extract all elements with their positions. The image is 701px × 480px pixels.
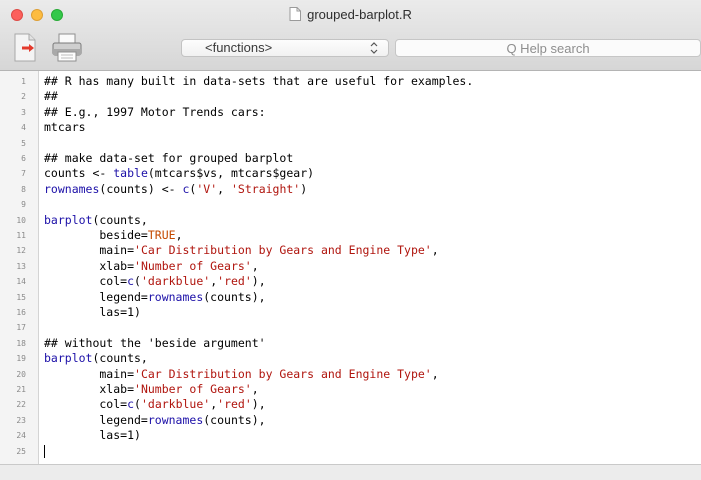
help-search-field[interactable]: Q Help search [395, 39, 701, 57]
line-number: 15 [16, 292, 26, 302]
line-number: 7 [21, 169, 26, 179]
line-number: 8 [21, 184, 26, 194]
code-line[interactable]: legend=rownames(counts), [44, 290, 265, 305]
window-title-bar: grouped-barplot.R [0, 3, 701, 25]
code-line[interactable]: ## make data-set for grouped barplot [44, 151, 293, 166]
line-number: 20 [16, 369, 26, 379]
functions-dropdown-label: <functions> [205, 40, 273, 55]
line-number: 2 [21, 92, 26, 102]
status-bar [0, 464, 701, 480]
window-title: grouped-barplot.R [307, 6, 412, 22]
code-line[interactable]: ## E.g., 1997 Motor Trends cars: [44, 105, 266, 120]
code-line[interactable]: ## without the 'beside argument' [44, 336, 266, 351]
line-number: 16 [16, 308, 26, 317]
line-number: 22 [16, 400, 26, 410]
editor-window: grouped-barplot.R <functions> Q Help sea… [0, 0, 701, 480]
line-number: 23 [16, 415, 26, 425]
document-icon [289, 7, 302, 21]
code-editor[interactable]: 1 2 3 4 5 6 7 8 9 10 11 12 13 14 15 16 17 18 19 20 21 22 23 24 2… [0, 71, 701, 464]
code-line[interactable]: barplot(counts, [44, 351, 148, 366]
code-line[interactable]: las=1) [44, 305, 141, 320]
up-down-chevron-icon [370, 42, 378, 54]
text-cursor [44, 444, 45, 458]
line-number: 1 [21, 77, 26, 86]
line-number: 25 [16, 446, 26, 456]
line-number: 19 [16, 354, 26, 364]
line-number: 17 [16, 323, 26, 333]
printer-icon[interactable] [50, 30, 84, 64]
code-line[interactable]: ## R has many built in data-sets that ar… [44, 74, 473, 89]
code-line[interactable]: ## [44, 89, 58, 104]
line-number: 4 [21, 123, 26, 133]
code-line[interactable]: xlab='Number of Gears', [44, 259, 258, 274]
line-number: 3 [21, 107, 26, 117]
line-number: 18 [16, 338, 26, 348]
line-number: 5 [21, 138, 26, 148]
code-line[interactable]: rownames(counts) <- c('V', 'Straight') [44, 182, 307, 197]
line-number: 9 [21, 200, 26, 210]
help-search-placeholder: Q Help search [506, 40, 590, 56]
line-number: 14 [16, 277, 26, 287]
line-number: 6 [21, 154, 26, 163]
code-line[interactable]: legend=rownames(counts), [44, 413, 265, 428]
line-number: 11 [16, 231, 26, 240]
source-file-icon[interactable] [8, 30, 42, 64]
line-number: 10 [16, 215, 26, 225]
code-line[interactable]: main='Car Distribution by Gears and Engi… [44, 367, 438, 382]
line-number: 12 [16, 246, 26, 256]
line-number-gutter: 1 2 3 4 5 6 7 8 9 10 11 12 13 14 15 16 17 18 19 20 21 22 23 24 2… [0, 71, 39, 464]
code-line[interactable]: beside=TRUE, [44, 228, 182, 243]
code-line[interactable]: col=c('darkblue','red'), [44, 397, 265, 412]
code-line[interactable]: col=c('darkblue','red'), [44, 274, 265, 289]
line-number: 13 [16, 261, 26, 271]
line-number: 24 [16, 431, 26, 441]
code-line[interactable]: counts <- table(mtcars$vs, mtcars$gear) [44, 166, 314, 181]
code-line[interactable]: xlab='Number of Gears', [44, 382, 258, 397]
functions-dropdown[interactable]: <functions> [181, 39, 389, 57]
code-line[interactable]: main='Car Distribution by Gears and Engi… [44, 243, 438, 258]
window-toolbar: grouped-barplot.R <functions> Q Help sea… [0, 0, 701, 71]
code-line[interactable]: barplot(counts, [44, 213, 148, 228]
line-number: 21 [16, 385, 26, 394]
code-line[interactable]: las=1) [44, 428, 141, 443]
code-line[interactable]: mtcars [44, 120, 86, 135]
